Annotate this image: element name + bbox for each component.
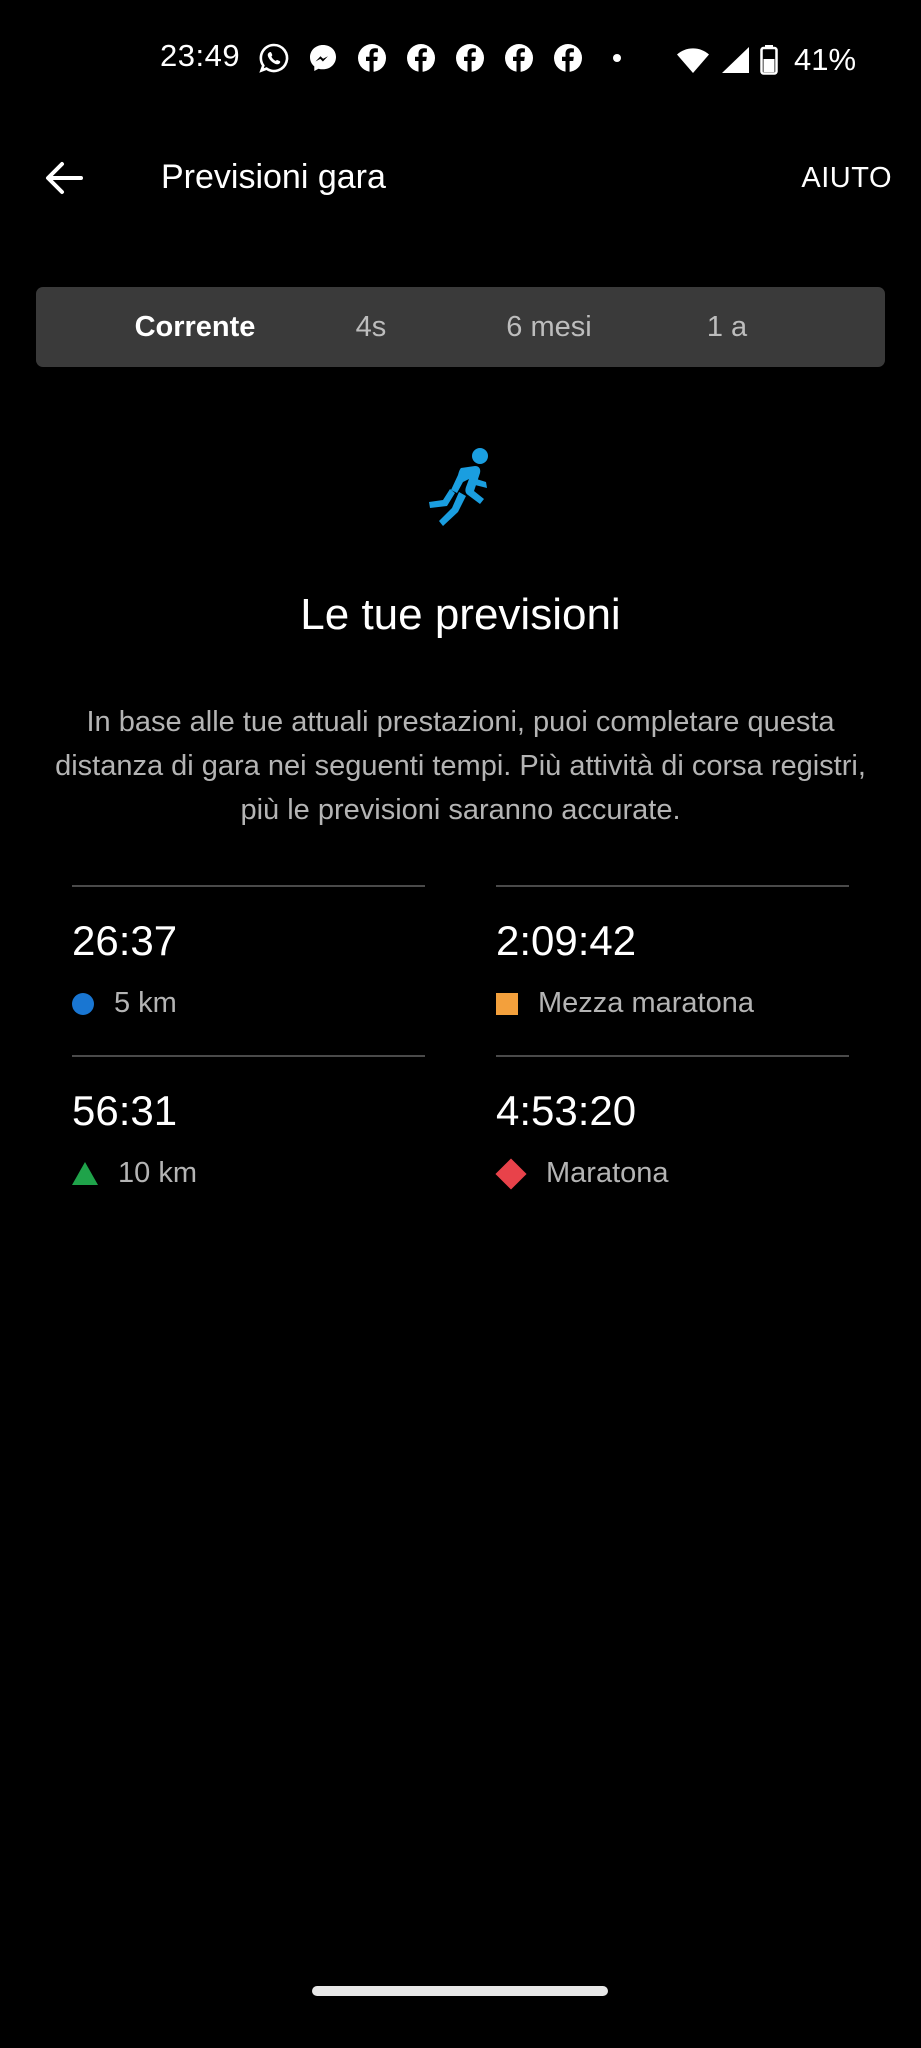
help-button[interactable]: AIUTO <box>801 162 892 195</box>
prediction-10k: 56:31 10 km <box>72 1055 425 1207</box>
triangle-marker-icon <box>72 1162 98 1185</box>
tab-6-months[interactable]: 6 mesi <box>506 287 591 367</box>
tab-1-year[interactable]: 1 a <box>707 287 747 367</box>
battery-icon <box>760 45 778 75</box>
more-notifications-dot-icon <box>613 54 621 62</box>
prediction-time: 26:37 <box>72 917 178 964</box>
prediction-time: 56:31 <box>72 1087 178 1134</box>
prediction-5k: 26:37 5 km <box>72 885 425 1037</box>
status-bar: 23:49 41% <box>0 0 921 118</box>
prediction-distance-label: Mezza maratona <box>538 987 754 1019</box>
prediction-marathon: 4:53:20 Maratona <box>495 1055 849 1207</box>
messenger-icon <box>310 45 336 71</box>
arrow-back-icon <box>46 162 83 194</box>
section-description: In base alle tue attuali prestazioni, pu… <box>55 706 866 826</box>
running-icon <box>429 448 488 526</box>
facebook-icon <box>456 44 484 72</box>
facebook-icon <box>554 44 582 72</box>
circle-marker-icon <box>72 992 94 1015</box>
prediction-time: 4:53:20 <box>496 1087 637 1134</box>
prediction-half-marathon: 2:09:42 Mezza maratona <box>496 885 849 1037</box>
whatsapp-icon <box>259 43 289 73</box>
section-heading: Le tue previsioni <box>300 590 621 639</box>
prediction-distance-label: 5 km <box>114 987 177 1019</box>
period-tab-bar: Corrente 4s 6 mesi 1 a <box>36 287 885 367</box>
battery-percentage: 41% <box>794 42 857 77</box>
diamond-marker-icon <box>495 1157 527 1190</box>
notification-icons <box>258 42 621 74</box>
facebook-icon <box>407 44 435 72</box>
wifi-icon <box>677 48 709 73</box>
tab-current[interactable]: Corrente <box>135 287 256 367</box>
cellular-signal-icon <box>722 47 749 73</box>
facebook-icon <box>358 44 386 72</box>
home-gesture-bar[interactable] <box>312 1986 608 1996</box>
prediction-distance-label: Maratona <box>546 1157 669 1189</box>
page-title: Previsioni gara <box>161 158 386 196</box>
back-button[interactable] <box>38 152 90 204</box>
square-marker-icon <box>496 992 518 1015</box>
system-icons: 41% <box>676 42 856 78</box>
prediction-time: 2:09:42 <box>496 917 637 964</box>
facebook-icon <box>505 44 533 72</box>
status-time: 23:49 <box>160 38 241 73</box>
prediction-distance-label: 10 km <box>118 1157 197 1189</box>
tab-4-weeks[interactable]: 4s <box>356 287 387 367</box>
